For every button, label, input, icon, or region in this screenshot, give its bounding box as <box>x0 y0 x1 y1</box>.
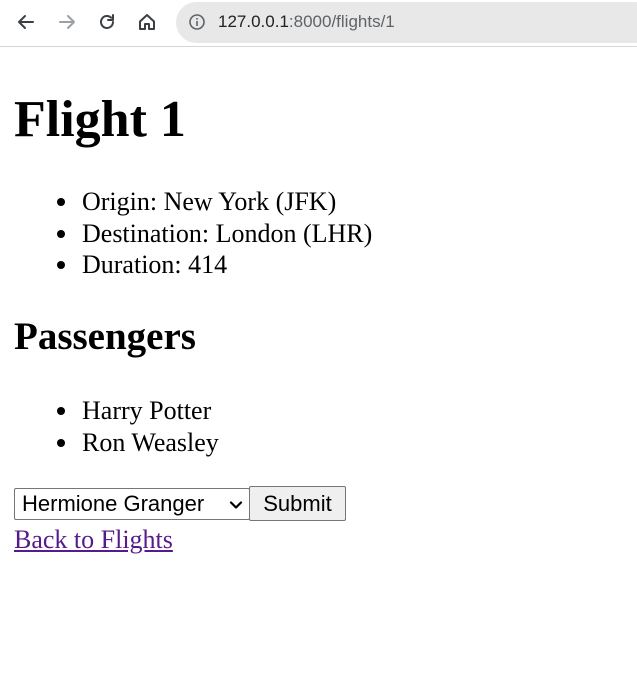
info-icon[interactable] <box>188 13 206 31</box>
url-host: 127.0.0.1 <box>218 12 289 31</box>
passenger-select-value: Hermione Granger <box>22 491 205 516</box>
url-text[interactable]: 127.0.0.1:8000/flights/1 <box>218 12 395 32</box>
list-item-destination: Destination: London (LHR) <box>14 218 372 250</box>
browser-toolbar: 127.0.0.1:8000/flights/1 <box>0 0 637 47</box>
forward-arrow-icon <box>59 15 75 29</box>
forward-button[interactable] <box>54 9 80 35</box>
passenger-select[interactable]: Hermione Granger <box>14 488 250 520</box>
passengers-list: Harry Potter Ron Weasley <box>14 395 219 458</box>
submit-button[interactable]: Submit <box>249 486 346 521</box>
back-arrow-icon <box>18 15 34 29</box>
reload-button[interactable] <box>94 9 120 35</box>
chevron-down-icon <box>229 501 243 509</box>
flight-details-list: Origin: New York (JFK) Destination: Lond… <box>14 186 372 281</box>
home-button[interactable] <box>134 9 160 35</box>
list-item-duration: Duration: 414 <box>14 249 372 281</box>
passenger-item: Harry Potter <box>14 395 219 427</box>
page-title: Flight 1 <box>14 91 186 148</box>
reload-icon <box>100 14 114 29</box>
url-path: :8000/flights/1 <box>288 12 395 31</box>
address-bar[interactable]: 127.0.0.1:8000/flights/1 <box>176 2 637 43</box>
back-button[interactable] <box>13 9 39 35</box>
passenger-item: Ron Weasley <box>14 427 219 459</box>
back-to-flights-link[interactable]: Back to Flights <box>14 524 173 555</box>
passengers-heading: Passengers <box>14 315 196 358</box>
home-icon <box>139 14 155 30</box>
list-item-origin: Origin: New York (JFK) <box>14 186 372 218</box>
